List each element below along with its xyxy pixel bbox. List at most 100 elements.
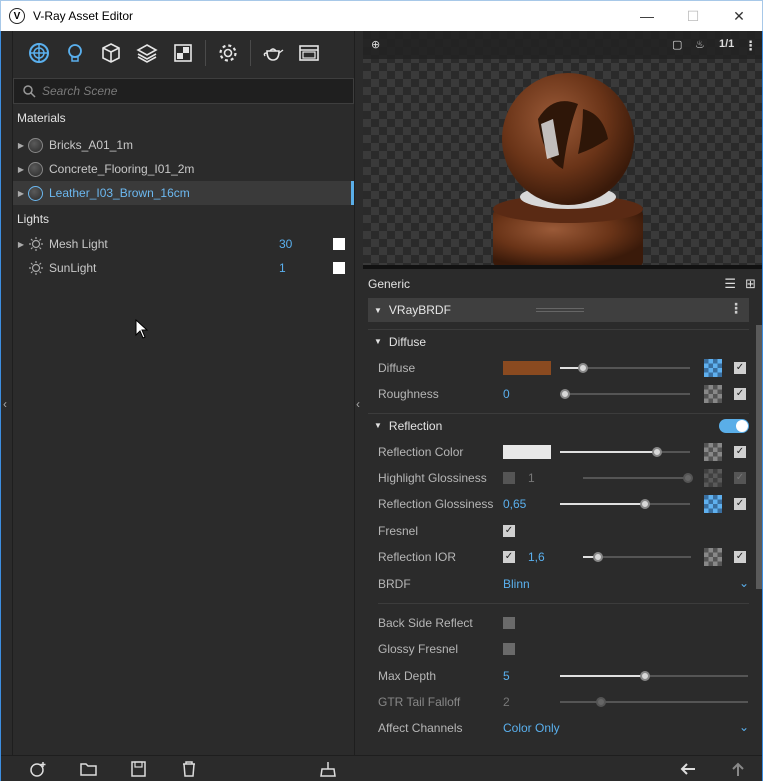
affect-channels-dropdown[interactable]: Color Only	[503, 721, 560, 735]
purge-broom-icon[interactable]	[319, 761, 337, 777]
highlight-glossiness-value[interactable]: 1	[528, 471, 535, 485]
diffuse-checkbox[interactable]: ✓	[734, 362, 746, 374]
properties-panel: ⊕ ▢ ♨ 1/1 ⋮ Generic ☰ ⊞ ▼ VRayBRDF ⋮ ▼ D…	[363, 31, 762, 755]
back-side-reflect-checkbox[interactable]	[503, 617, 515, 629]
brdf-layer-header[interactable]: ▼ VRayBRDF ⋮	[368, 298, 749, 322]
reflection-color-texture-slot[interactable]	[704, 443, 722, 461]
ior-lock-checkbox[interactable]: ✓	[503, 551, 515, 563]
materials-icon[interactable]	[21, 38, 57, 68]
lights-icon[interactable]	[57, 38, 93, 68]
light-intensity[interactable]: 1	[279, 261, 286, 275]
save-icon[interactable]	[130, 761, 148, 777]
chevron-down-icon[interactable]: ⌄	[739, 576, 749, 590]
render-teapot-icon[interactable]	[255, 38, 291, 68]
minimize-button[interactable]: —	[624, 1, 670, 31]
drag-handle[interactable]	[536, 308, 584, 312]
light-item[interactable]: ▶ Mesh Light 30	[13, 232, 354, 256]
highlight-checkbox[interactable]: ✓	[734, 472, 746, 484]
collapse-arrow-icon[interactable]: ▼	[374, 306, 382, 315]
gtr-tail-falloff-value[interactable]: 2	[503, 695, 510, 709]
glossy-fresnel-checkbox[interactable]	[503, 643, 515, 655]
chevron-left-icon[interactable]: ‹	[356, 397, 360, 411]
reflection-glossiness-value[interactable]: 0,65	[503, 497, 526, 511]
roughness-slider[interactable]	[560, 389, 690, 399]
diffuse-row: Diffuse ✓	[378, 355, 749, 381]
roughness-checkbox[interactable]: ✓	[734, 388, 746, 400]
roughness-texture-slot[interactable]	[704, 385, 722, 403]
reflection-section-header[interactable]: ▼ Reflection	[368, 413, 749, 437]
frame-buffer-icon[interactable]	[291, 38, 327, 68]
settings-gear-icon[interactable]	[210, 38, 246, 68]
back-arrow-icon[interactable]	[679, 761, 697, 777]
light-item[interactable]: SunLight 1	[13, 256, 354, 280]
gtr-tail-falloff-slider[interactable]	[560, 697, 748, 707]
diffuse-color-swatch[interactable]	[503, 361, 551, 375]
add-layer-icon[interactable]: ⊞	[745, 276, 756, 292]
material-item[interactable]: ▶ Concrete_Flooring_I01_2m	[13, 157, 354, 181]
expand-arrow-icon[interactable]: ▶	[14, 240, 28, 249]
highlight-glossiness-slider[interactable]	[583, 473, 693, 483]
light-enabled-checkbox[interactable]	[333, 262, 345, 274]
reflection-glossiness-texture-slot[interactable]	[704, 495, 722, 513]
pin-icon[interactable]: ⊕	[371, 38, 380, 51]
reflection-ior-value[interactable]: 1,6	[528, 550, 545, 564]
material-name: Bricks_A01_1m	[49, 138, 134, 152]
scrollbar-thumb[interactable]	[756, 325, 762, 589]
vray-logo-icon: V	[9, 8, 25, 24]
properties-scrollbar[interactable]	[755, 299, 762, 755]
search-input[interactable]	[42, 84, 342, 98]
sliders-icon[interactable]: ☰	[724, 276, 736, 292]
geometry-icon[interactable]	[93, 38, 129, 68]
more-vertical-icon[interactable]: ⋮	[744, 38, 757, 54]
chevron-down-icon[interactable]: ⌄	[739, 720, 749, 734]
left-collapse-strip[interactable]: ‹	[1, 31, 13, 755]
diffuse-slider[interactable]	[560, 363, 690, 373]
brdf-layer-title: VRayBRDF	[388, 303, 451, 317]
reflection-color-swatch[interactable]	[503, 445, 551, 459]
bottom-toolbar	[1, 755, 762, 781]
delete-icon[interactable]	[180, 761, 198, 777]
highlight-texture-slot[interactable]	[704, 469, 722, 487]
up-arrow-icon[interactable]	[729, 761, 747, 777]
layers-icon[interactable]	[129, 38, 165, 68]
max-depth-value[interactable]: 5	[503, 669, 510, 683]
collapse-arrow-icon[interactable]: ▼	[374, 337, 382, 346]
reflection-toggle[interactable]	[719, 419, 749, 433]
close-button[interactable]: ✕	[716, 1, 762, 31]
maximize-button[interactable]: ☐	[670, 1, 716, 31]
highlight-lock-checkbox[interactable]	[503, 472, 515, 484]
reflection-color-slider[interactable]	[560, 447, 690, 457]
preview-toolbar: ⊕ ▢ ♨ 1/1 ⋮	[363, 31, 762, 59]
reflection-ior-slider[interactable]	[583, 552, 691, 562]
expand-arrow-icon[interactable]: ▶	[14, 165, 28, 174]
more-vertical-icon[interactable]: ⋮	[729, 300, 743, 317]
expand-arrow-icon[interactable]: ▶	[14, 141, 28, 150]
category-toolbar	[13, 31, 354, 75]
reflection-ior-checkbox[interactable]: ✓	[734, 551, 746, 563]
light-intensity[interactable]: 30	[279, 237, 292, 251]
textures-icon[interactable]	[165, 38, 201, 68]
material-item-selected[interactable]: ▶ Leather_I03_Brown_16cm	[13, 181, 354, 205]
open-folder-icon[interactable]	[80, 761, 98, 777]
region-icon[interactable]: ▢	[672, 38, 682, 51]
reflection-color-checkbox[interactable]: ✓	[734, 446, 746, 458]
expand-arrow-icon[interactable]: ▶	[14, 189, 28, 198]
light-name: Mesh Light	[49, 237, 108, 251]
max-depth-slider[interactable]	[560, 671, 748, 681]
reflection-glossiness-slider[interactable]	[560, 499, 690, 509]
preview-ratio[interactable]: 1/1	[719, 38, 734, 50]
preview-teapot-icon[interactable]: ♨	[695, 38, 705, 51]
brdf-dropdown[interactable]: Blinn	[503, 577, 530, 591]
panel-divider[interactable]: ‹	[354, 31, 363, 755]
reflection-glossiness-checkbox[interactable]: ✓	[734, 498, 746, 510]
collapse-arrow-icon[interactable]: ▼	[374, 421, 382, 430]
create-asset-icon[interactable]	[29, 761, 47, 777]
diffuse-texture-slot[interactable]	[704, 359, 722, 377]
reflection-ior-texture-slot[interactable]	[704, 548, 722, 566]
fresnel-checkbox[interactable]: ✓	[503, 525, 515, 537]
roughness-value[interactable]: 0	[503, 387, 510, 401]
light-enabled-checkbox[interactable]	[333, 238, 345, 250]
chevron-left-icon[interactable]: ‹	[3, 397, 7, 411]
material-item[interactable]: ▶ Bricks_A01_1m	[13, 133, 354, 157]
diffuse-section-header[interactable]: ▼ Diffuse	[368, 329, 749, 353]
